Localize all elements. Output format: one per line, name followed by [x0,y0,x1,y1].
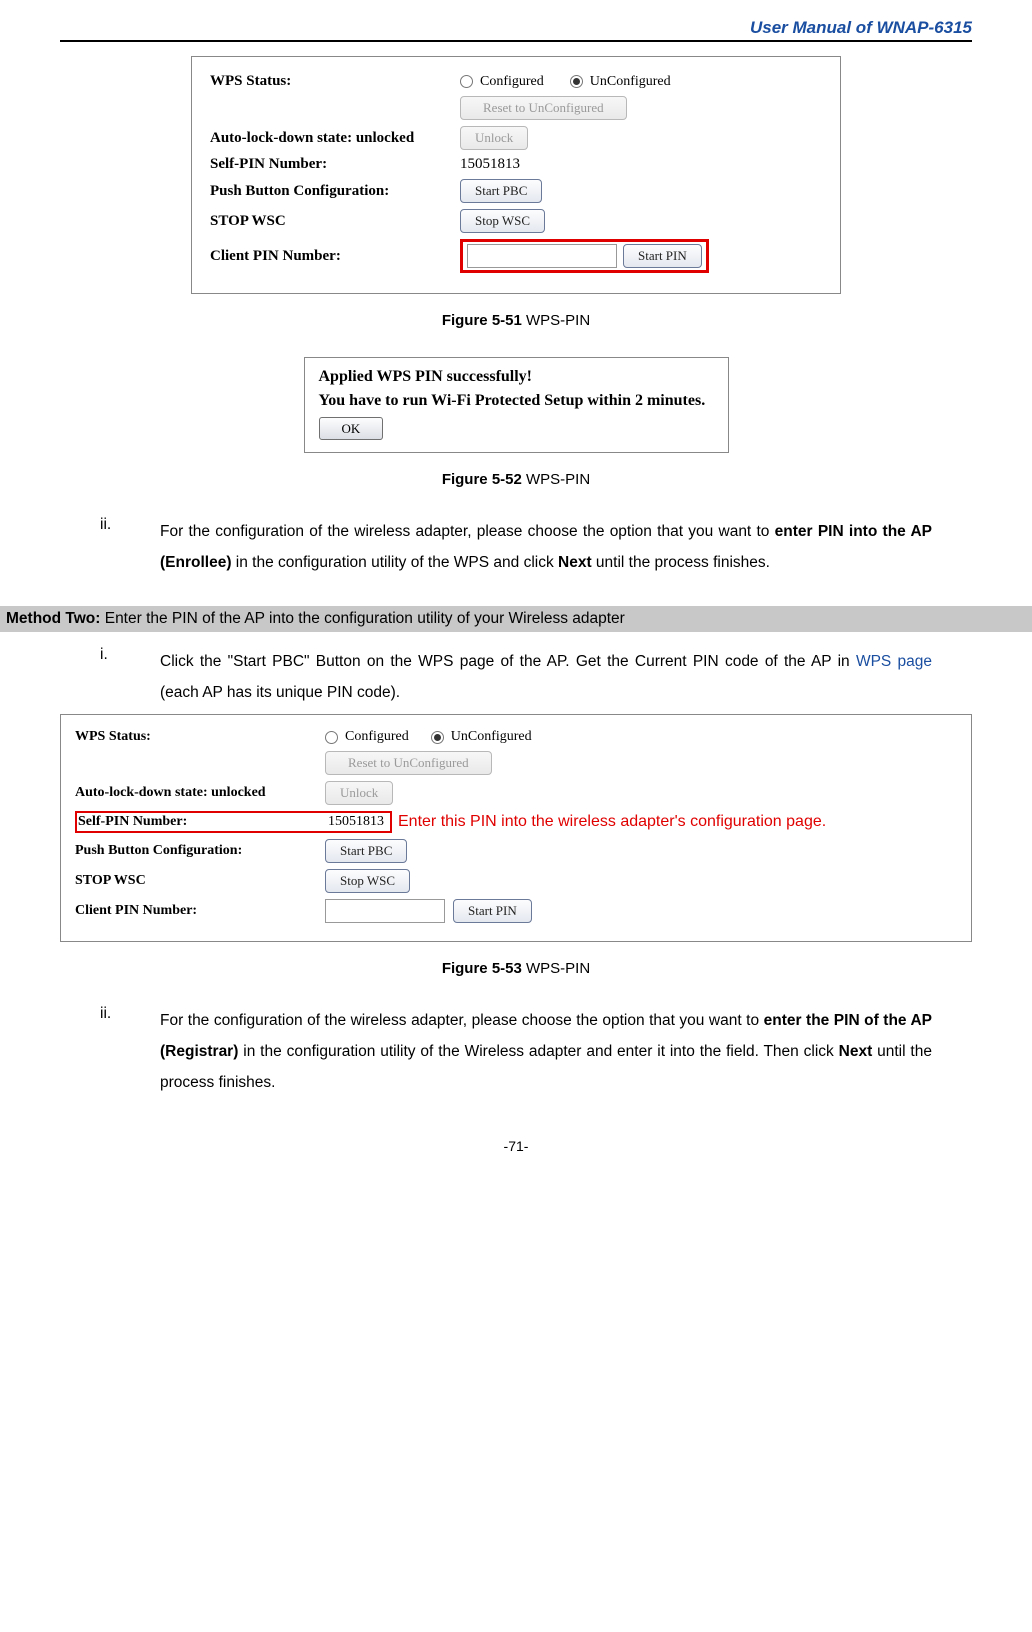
wps-panel-53: WPS Status: Configured UnConfigured Rese… [60,714,972,942]
selfpin-annotation: Enter this PIN into the wireless adapter… [398,813,826,831]
pbc-label: Push Button Configuration: [210,183,460,200]
unlock-button[interactable]: Unlock [460,126,528,150]
reset-unconfigured-button[interactable]: Reset to UnConfigured [325,751,492,775]
wps-panel-51: WPS Status: Configured UnConfigured Rese… [191,56,841,294]
step-ii-1: ii. For the configuration of the wireles… [100,516,932,578]
unlock-button[interactable]: Unlock [325,781,393,805]
reset-unconfigured-button[interactable]: Reset to UnConfigured [460,96,627,120]
wps-status-label: WPS Status: [75,729,325,745]
stop-wsc-button[interactable]: Stop WSC [460,209,545,233]
stopwsc-label: STOP WSC [210,213,460,230]
selfpin-highlight: Self-PIN Number: 15051813 [75,811,392,833]
autolock-label: Auto-lock-down state: unlocked [210,130,460,147]
stop-wsc-button[interactable]: Stop WSC [325,869,410,893]
wps-dialog-52: Applied WPS PIN successfully! You have t… [304,357,729,453]
caption-53: Figure 5-53 WPS-PIN [60,960,972,977]
selfpin-label: Self-PIN Number: [210,156,460,173]
step-ii-2: ii. For the configuration of the wireles… [100,1005,932,1098]
start-pin-button[interactable]: Start PIN [623,244,702,268]
radio-configured[interactable] [460,75,473,88]
pbc-label: Push Button Configuration: [75,843,325,859]
clientpin-label: Client PIN Number: [75,903,325,919]
wps-page-link[interactable]: WPS page [856,653,932,670]
autolock-label: Auto-lock-down state: unlocked [75,785,325,801]
selfpin-label: Self-PIN Number: [78,814,328,830]
dialog-line1: Applied WPS PIN successfully! [319,368,714,386]
stopwsc-label: STOP WSC [75,873,325,889]
method-two-bar: Method Two: Enter the PIN of the AP into… [0,606,1032,632]
radio-unconfigured-label: UnConfigured [451,729,532,745]
step-i-2: i. Click the "Start PBC" Button on the W… [100,646,932,708]
caption-51: Figure 5-51 WPS-PIN [60,312,972,329]
caption-52: Figure 5-52 WPS-PIN [60,471,972,488]
start-pbc-button[interactable]: Start PBC [460,179,542,203]
page-number: -71- [60,1138,972,1154]
radio-configured-label: Configured [480,74,544,90]
client-pin-highlight: Start PIN [460,239,709,273]
ok-button[interactable]: OK [319,417,384,440]
start-pin-button[interactable]: Start PIN [453,899,532,923]
header-rule [60,40,972,42]
client-pin-input[interactable] [325,899,445,923]
radio-configured[interactable] [325,731,338,744]
radio-unconfigured[interactable] [431,731,444,744]
client-pin-input[interactable] [467,244,617,268]
selfpin-value: 15051813 [328,814,384,830]
doc-header: User Manual of WNAP-6315 [60,18,972,38]
radio-configured-label: Configured [345,729,409,745]
start-pbc-button[interactable]: Start PBC [325,839,407,863]
radio-unconfigured-label: UnConfigured [590,74,671,90]
dialog-line2: You have to run Wi-Fi Protected Setup wi… [319,392,714,410]
selfpin-value: 15051813 [460,156,520,173]
radio-unconfigured[interactable] [570,75,583,88]
wps-status-label: WPS Status: [210,73,460,90]
clientpin-label: Client PIN Number: [210,248,460,265]
